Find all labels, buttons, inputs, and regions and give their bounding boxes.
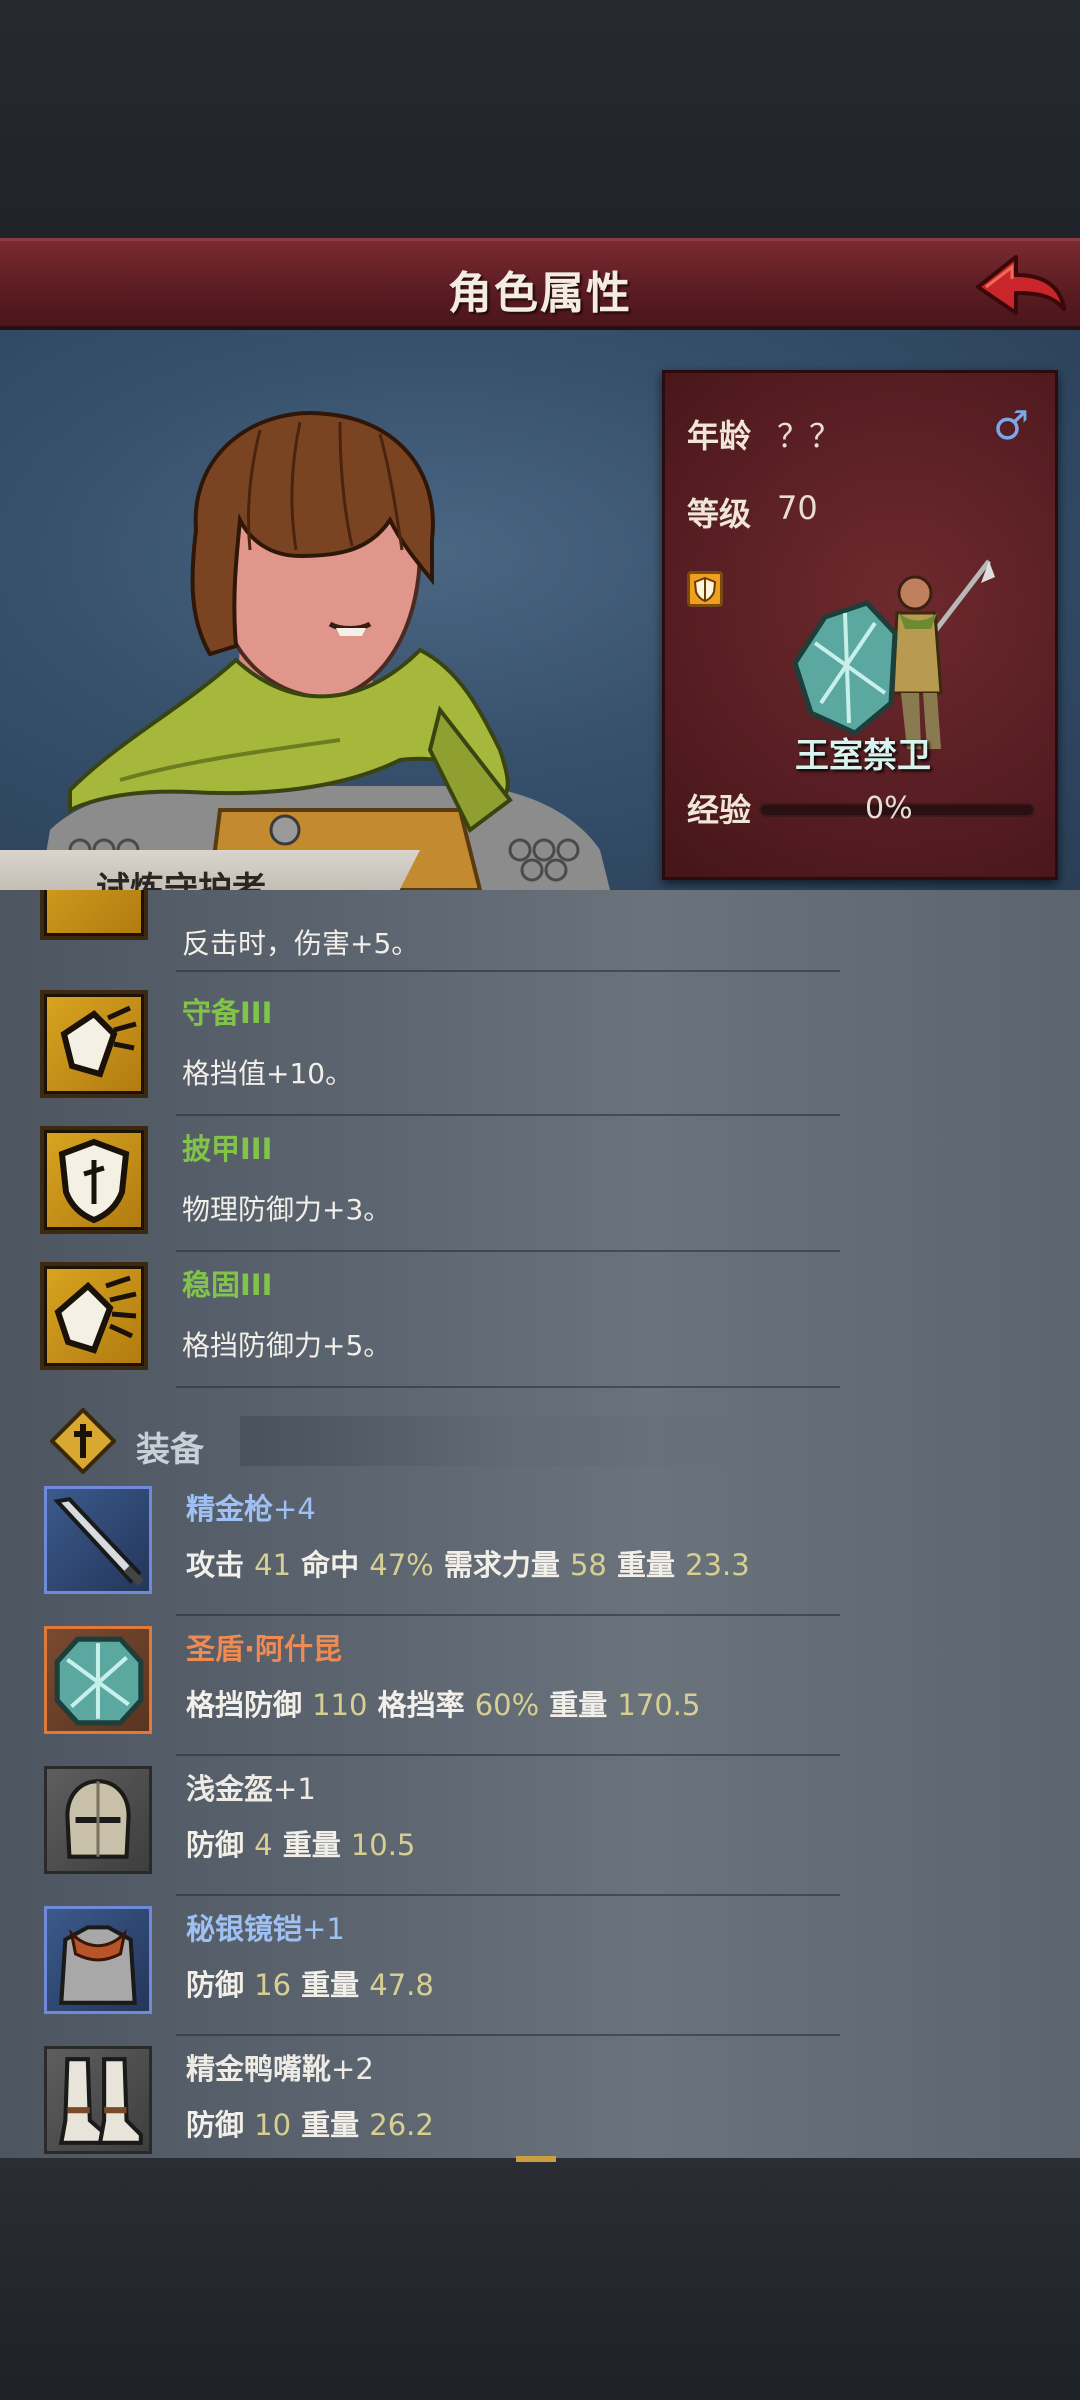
spear-icon xyxy=(44,1486,152,1594)
skill-row: 稳固III 格挡防御力+5。 xyxy=(0,1262,1080,1388)
royal-guard-figure xyxy=(792,559,995,749)
equipment-section-header: 装备 xyxy=(40,1404,800,1478)
helmet-icon xyxy=(44,1766,152,1874)
equipment-row[interactable]: 精金鸭嘴靴+2 防御 10 重量 26.2 xyxy=(0,2046,1080,2158)
boots-icon xyxy=(44,2046,152,2154)
equipment-name: 浅金盔+1 xyxy=(186,1772,316,1806)
exp-value: 0% xyxy=(865,791,913,826)
skill-desc: 物理防御力+3。 xyxy=(182,1193,392,1226)
male-gender-icon: ♂ xyxy=(993,403,1029,449)
level-label: 等级 xyxy=(687,495,752,533)
age-value: ？？ xyxy=(777,417,842,455)
skill-row: 反击时，伤害+5。 xyxy=(0,890,1080,972)
scroll-indicator xyxy=(516,2156,556,2162)
equipment-row[interactable]: 圣盾·阿什昆 格挡防御 110 格挡率 60% 重量 170.5 xyxy=(0,1626,1080,1756)
skill-name: 稳固III xyxy=(182,1268,273,1302)
guard-stance-icon xyxy=(40,990,148,1098)
equipment-row[interactable]: 精金枪+4 攻击 41 命中 47% 需求力量 58 重量 23.3 xyxy=(0,1486,1080,1616)
equipment-stats: 防御 4 重量 10.5 xyxy=(186,1828,416,1862)
character-portrait xyxy=(40,411,610,890)
top-background xyxy=(0,0,1080,238)
skill-desc: 格挡防御力+5。 xyxy=(182,1329,392,1362)
equipment-stats: 攻击 41 命中 47% 需求力量 58 重量 23.3 xyxy=(186,1548,750,1582)
skill-name: 守备III xyxy=(182,996,273,1030)
equipment-name: 秘银镜铠+1 xyxy=(186,1912,345,1946)
skill-row: 披甲III 物理防御力+3。 xyxy=(0,1126,1080,1252)
title-bar: 角色属性 xyxy=(0,238,1080,330)
level-value: 70 xyxy=(777,489,818,527)
skill-desc: 反击时，伤害+5。 xyxy=(182,927,420,960)
attribute-list[interactable]: 反击时，伤害+5。 守备III 格挡值+10。 披甲III 物理防御力+3。 稳… xyxy=(0,890,1080,2158)
equipment-name: 圣盾·阿什昆 xyxy=(186,1632,343,1666)
equipment-row[interactable]: 秘银镜铠+1 防御 16 重量 47.8 xyxy=(0,1906,1080,2036)
class-name: 王室禁卫 xyxy=(795,736,931,776)
age-label: 年龄 xyxy=(687,417,752,455)
bottom-background xyxy=(0,2158,1080,2400)
page-title: 角色属性 xyxy=(448,268,632,319)
character-info-card: 年龄 ？？ ♂ 等级 70 王室禁卫 经验 0% xyxy=(662,370,1058,880)
class-shield-badge-icon[interactable] xyxy=(687,571,723,607)
equipment-row[interactable]: 浅金盔+1 防御 4 重量 10.5 xyxy=(0,1766,1080,1896)
cross-emblem-icon xyxy=(50,1408,116,1474)
equipment-name: 精金鸭嘴靴+2 xyxy=(186,2052,374,2086)
skill-desc: 格挡值+10。 xyxy=(182,1057,354,1090)
equipment-name: 精金枪+4 xyxy=(186,1492,316,1526)
holy-shield-icon xyxy=(44,1626,152,1734)
chest-armor-icon xyxy=(44,1906,152,2014)
back-arrow-icon[interactable] xyxy=(970,247,1070,327)
equipment-section-title: 装备 xyxy=(136,1430,204,1470)
skill-row: 守备III 格挡值+10。 xyxy=(0,990,1080,1116)
armor-shield-icon xyxy=(40,1126,148,1234)
steady-block-icon xyxy=(40,1262,148,1370)
skill-name: 披甲III xyxy=(182,1132,273,1166)
equipment-stats: 格挡防御 110 格挡率 60% 重量 170.5 xyxy=(186,1688,701,1722)
equipment-stats: 防御 16 重量 47.8 xyxy=(186,1968,434,2002)
counter-attack-icon xyxy=(40,890,148,940)
equipment-stats: 防御 10 重量 26.2 xyxy=(186,2108,434,2142)
exp-label: 经验 xyxy=(687,791,752,829)
